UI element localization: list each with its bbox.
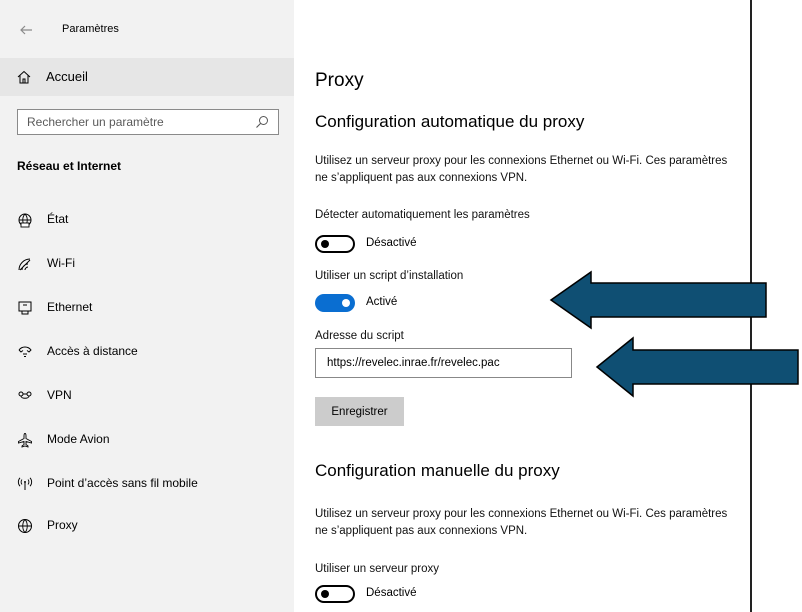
sidebar-section-title: Réseau et Internet [17,159,122,173]
sidebar-item-label: Wi-Fi [47,256,75,270]
hotspot-icon [17,477,33,490]
setup-script-label: Utiliser un script d’installation [315,270,464,282]
script-address-box[interactable] [315,348,572,378]
detect-settings-label: Détecter automatiquement les paramètres [315,209,530,221]
sidebar-item-status[interactable]: État [0,202,294,238]
use-proxy-toggle[interactable] [315,585,355,603]
sidebar-item-label: Accès à distance [47,344,138,358]
detect-settings-toggle[interactable] [315,235,355,253]
sidebar-item-label: VPN [47,388,72,402]
manual-proxy-description: Utilisez un serveur proxy pour les conne… [315,508,728,537]
annotation-arrow-icon [549,270,767,330]
toggle-knob [321,240,329,248]
title-bar: Paramètres [0,0,294,56]
manual-proxy-heading: Configuration manuelle du proxy [315,461,560,480]
setup-script-state: Activé [366,296,398,308]
wifi-icon [18,258,31,271]
annotation-arrow-icon [595,336,799,398]
globe-status-icon [18,213,32,228]
auto-proxy-description: Utilisez un serveur proxy pour les conne… [315,155,728,184]
toggle-knob [342,299,350,307]
sidebar-item-hotspot[interactable]: Point d’accès sans fil mobile [0,466,294,502]
sidebar-item-dialup[interactable]: Accès à distance [0,334,294,370]
auto-proxy-heading: Configuration automatique du proxy [315,112,585,131]
sidebar: Paramètres Accueil Réseau et Internet Ét… [0,0,294,612]
home-icon [17,70,31,84]
sidebar-item-wifi[interactable]: Wi-Fi [0,246,294,282]
sidebar-item-label: Proxy [47,518,78,532]
sidebar-item-ethernet[interactable]: Ethernet [0,290,294,326]
sidebar-item-airplane[interactable]: Mode Avion [0,422,294,458]
setup-script-toggle[interactable] [315,294,355,312]
sidebar-item-label: Mode Avion [47,432,110,446]
app-title: Paramètres [62,23,119,35]
ethernet-icon [18,301,32,315]
dialup-icon [18,346,32,357]
save-button[interactable]: Enregistrer [315,397,404,426]
toggle-knob [321,590,329,598]
script-address-input[interactable] [316,349,571,377]
search-icon[interactable] [255,115,269,129]
vpn-icon [18,391,32,399]
sidebar-item-label: État [47,212,69,226]
page-title: Proxy [315,70,364,91]
use-proxy-label: Utiliser un serveur proxy [315,563,439,575]
sidebar-item-vpn[interactable]: VPN [0,378,294,414]
script-address-label: Adresse du script [315,330,404,342]
search-box[interactable] [17,109,279,135]
search-input[interactable] [18,110,248,134]
sidebar-item-label: Accueil [46,69,88,84]
sidebar-item-home[interactable]: Accueil [0,58,294,96]
airplane-icon [18,433,32,448]
globe-icon [18,519,32,533]
sidebar-item-proxy[interactable]: Proxy [0,508,294,544]
sidebar-item-label: Point d’accès sans fil mobile [47,476,198,490]
detect-settings-state: Désactivé [366,237,417,249]
sidebar-item-label: Ethernet [47,300,93,314]
use-proxy-state: Désactivé [366,587,417,599]
back-arrow-icon[interactable] [17,20,37,40]
